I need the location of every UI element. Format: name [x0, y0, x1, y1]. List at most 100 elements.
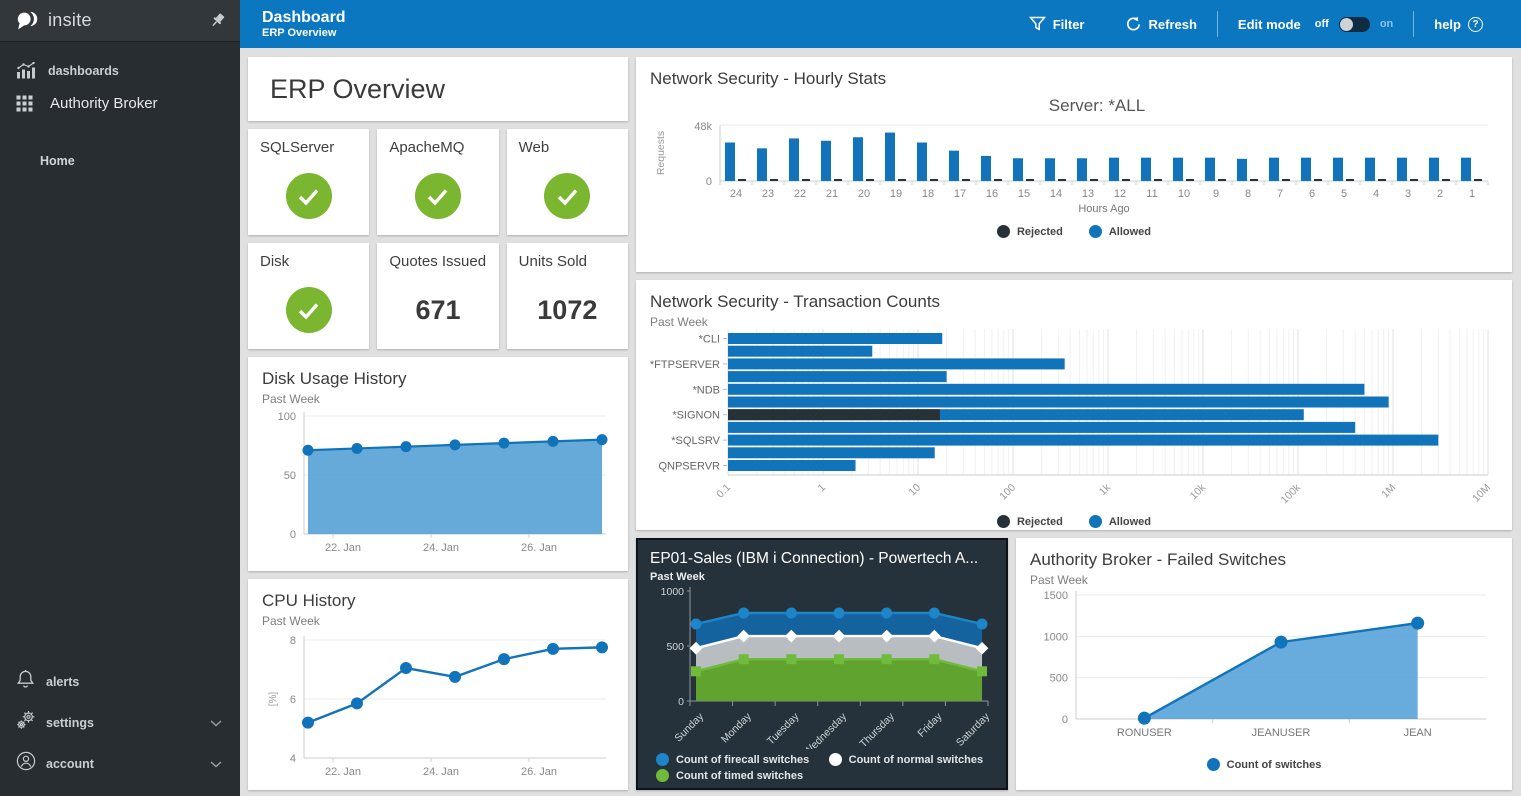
- svg-text:Monday: Monday: [719, 710, 754, 745]
- svg-text:1000: 1000: [661, 586, 685, 598]
- svg-text:1000: 1000: [1044, 631, 1068, 643]
- legend-label: Count of timed switches: [676, 770, 803, 782]
- svg-text:13: 13: [1082, 188, 1094, 200]
- sidebar-item-account[interactable]: account: [0, 743, 240, 784]
- main-area: Dashboard ERP Overview Filter: [240, 0, 1521, 796]
- tile-label: Web: [519, 139, 550, 156]
- sidebar: insite: [0, 0, 240, 796]
- chart-subtitle: Past Week: [1030, 573, 1498, 587]
- svg-text:9: 9: [1213, 188, 1219, 200]
- transaction-counts-chart: 0.11101001k10k100k1M10M*CLI*FTPSERVER*ND…: [650, 329, 1498, 509]
- legend-item: Count of normal switches: [829, 753, 988, 766]
- svg-text:Saturday: Saturday: [954, 710, 993, 749]
- legend-marker-icon: [656, 769, 669, 782]
- refresh-icon: [1125, 16, 1142, 32]
- page-heading: Dashboard ERP Overview: [240, 8, 346, 40]
- status-tile-disk: Disk: [248, 243, 369, 349]
- refresh-label: Refresh: [1149, 17, 1197, 32]
- on-label: on: [1380, 18, 1393, 30]
- svg-text:0: 0: [678, 696, 684, 708]
- legend-label: Allowed: [1109, 226, 1151, 238]
- svg-text:50: 50: [284, 470, 296, 482]
- legend-marker-icon: [1207, 758, 1220, 771]
- chart-legend: Count of switches: [1030, 758, 1498, 771]
- help-button[interactable]: help ?: [1434, 17, 1483, 32]
- svg-text:*FTPSERVER: *FTPSERVER: [650, 359, 720, 371]
- legend-container: RejectedAllowed: [650, 515, 1498, 528]
- left-column: ERP Overview SQLServer ApacheMQ Web: [248, 57, 628, 790]
- svg-text:JEAN: JEAN: [1404, 727, 1432, 739]
- svg-text:22: 22: [794, 188, 806, 200]
- chart-svg: 48k0Requests2423222120191817161514131211…: [650, 119, 1493, 219]
- svg-text:*CLI: *CLI: [699, 334, 720, 346]
- svg-text:1: 1: [816, 482, 829, 495]
- svg-text:0: 0: [1062, 714, 1068, 726]
- svg-text:26. Jan: 26. Jan: [521, 766, 557, 778]
- svg-text:7: 7: [1277, 188, 1283, 200]
- svg-text:23: 23: [762, 188, 774, 200]
- sidebar-item-authority-broker[interactable]: Authority Broker: [0, 87, 240, 120]
- svg-text:1k: 1k: [1097, 481, 1114, 498]
- svg-text:10: 10: [1178, 188, 1190, 200]
- legend-marker-icon: [656, 753, 669, 766]
- sidebar-item-label: settings: [46, 716, 210, 730]
- disk-usage-chart: 05010022. Jan24. Jan26. Jan: [262, 406, 614, 564]
- breadcrumb: ERP Overview: [262, 27, 346, 40]
- legend-item: Rejected: [997, 225, 1063, 238]
- kpi-tile-units-sold: Units Sold 1072: [507, 243, 628, 349]
- svg-text:RONUSER: RONUSER: [1117, 727, 1172, 739]
- chart-subtitle: Past Week: [262, 614, 614, 628]
- legend-marker-icon: [1089, 515, 1102, 528]
- sidebar-item-settings[interactable]: settings: [0, 702, 240, 743]
- help-label: help: [1434, 17, 1461, 32]
- svg-text:Tuesday: Tuesday: [765, 710, 802, 747]
- status-ok-icon: [286, 173, 332, 219]
- pin-icon[interactable]: [209, 12, 226, 29]
- svg-text:12: 12: [1114, 188, 1126, 200]
- divider: [1413, 11, 1414, 37]
- sidebar-item-home[interactable]: Home: [0, 146, 240, 176]
- page-title: Dashboard: [262, 8, 346, 27]
- legend-label: Count of firecall switches: [676, 754, 809, 766]
- chart-legend: Rejected Allowed: [650, 225, 1498, 238]
- sidebar-item-label: Home: [40, 154, 75, 168]
- divider: [1217, 11, 1218, 37]
- cpu-history-chart: 468[%]22. Jan24. Jan26. Jan: [262, 628, 614, 788]
- edit-mode-toggle[interactable]: [1339, 17, 1370, 32]
- svg-text:24. Jan: 24. Jan: [423, 766, 459, 778]
- legend-marker-icon: [829, 753, 842, 766]
- refresh-button[interactable]: Refresh: [1125, 16, 1197, 32]
- svg-text:20: 20: [858, 188, 870, 200]
- legend-label: Count of switches: [1227, 759, 1322, 771]
- chart-svg: 0.11101001k10k100k1M10M*CLI*FTPSERVER*ND…: [650, 329, 1493, 509]
- svg-text:Hours Ago: Hours Ago: [1078, 203, 1129, 215]
- chart-title: Network Security - Hourly Stats: [650, 69, 1498, 89]
- sidebar-item-alerts[interactable]: alerts: [0, 661, 240, 702]
- svg-text:*NDB: *NDB: [692, 384, 720, 396]
- legend-marker-icon: [997, 515, 1010, 528]
- status-ok-icon: [286, 287, 332, 333]
- legend-container: Count of switches: [1030, 758, 1498, 771]
- legend-item: Allowed: [1089, 515, 1151, 528]
- svg-text:100: 100: [997, 482, 1018, 503]
- svg-text:3: 3: [1405, 188, 1411, 200]
- sidebar-item-dashboards[interactable]: dashboards: [0, 54, 240, 87]
- top-bar: Dashboard ERP Overview Filter: [240, 0, 1521, 48]
- edit-mode-label: Edit mode: [1238, 17, 1301, 32]
- tile-label: Units Sold: [519, 253, 587, 270]
- svg-text:48k: 48k: [694, 121, 712, 133]
- svg-text:500: 500: [666, 641, 684, 653]
- svg-text:26. Jan: 26. Jan: [521, 542, 557, 554]
- brand-name: insite: [48, 10, 209, 31]
- svg-text:10k: 10k: [1188, 481, 1209, 502]
- filter-button[interactable]: Filter: [1029, 16, 1085, 32]
- legend-marker-icon: [1089, 225, 1102, 238]
- right-column: Network Security - Hourly Stats Server: …: [636, 57, 1512, 790]
- top-bar-actions: Filter Refresh Edit mode off: [1009, 11, 1521, 37]
- account-icon: [16, 751, 46, 776]
- chart-svg: 468[%]22. Jan24. Jan26. Jan: [262, 628, 612, 788]
- dashboard-content: ERP Overview SQLServer ApacheMQ Web: [240, 48, 1521, 796]
- gear-icon: [16, 710, 46, 735]
- chart-title: CPU History: [262, 591, 614, 611]
- svg-text:Requests: Requests: [655, 131, 667, 175]
